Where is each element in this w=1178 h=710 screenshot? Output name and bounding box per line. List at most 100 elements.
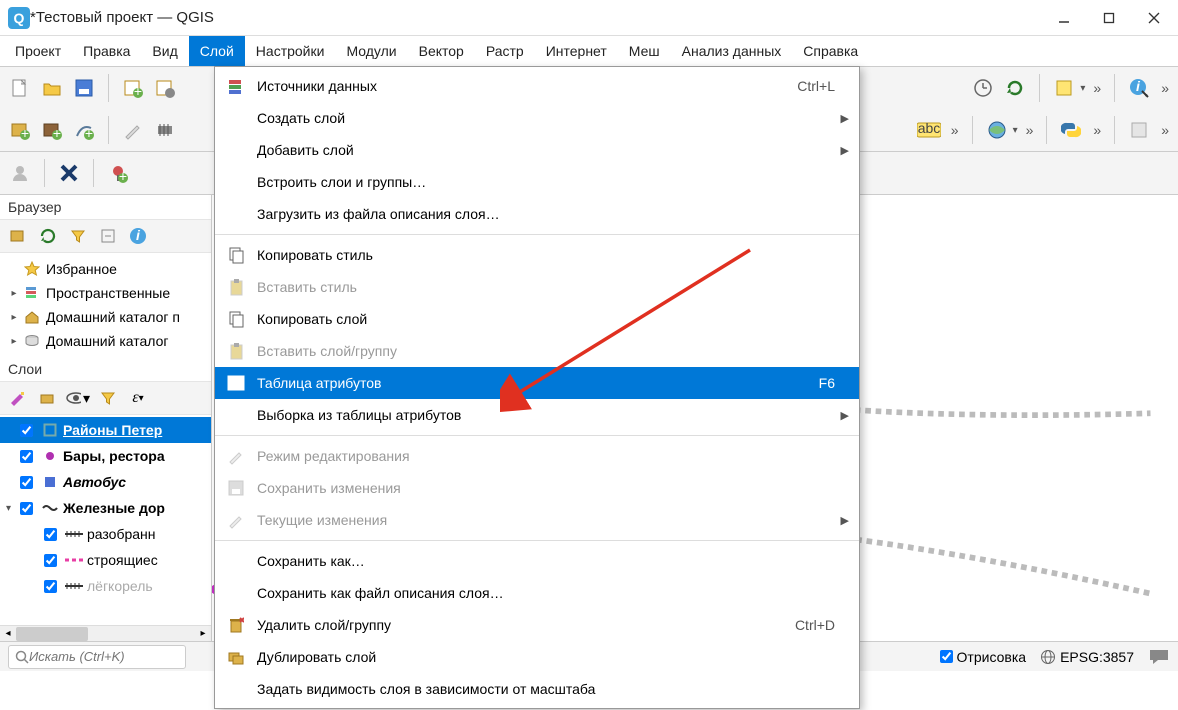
expand-icon[interactable]: ▸ xyxy=(8,312,20,323)
menu-вид[interactable]: Вид xyxy=(141,36,188,66)
more-icon[interactable]: » xyxy=(951,122,958,138)
add-raster-icon[interactable]: + xyxy=(38,116,66,144)
dropdown-arrow-icon[interactable]: ▾ xyxy=(1013,125,1018,136)
more-icon[interactable]: » xyxy=(1161,122,1168,138)
layout-manager-icon[interactable] xyxy=(151,74,179,102)
refresh-icon[interactable] xyxy=(1001,74,1029,102)
layer-subitem[interactable]: строящиес xyxy=(0,547,211,573)
layer-visibility-checkbox[interactable] xyxy=(20,502,33,515)
menu-item[interactable]: Сохранить как файл описания слоя… xyxy=(215,577,859,609)
menu-слой[interactable]: Слой xyxy=(189,36,245,66)
layer-subitem[interactable]: лёгкорель xyxy=(0,573,211,599)
menu-проект[interactable]: Проект xyxy=(4,36,72,66)
add-group-icon[interactable] xyxy=(36,386,60,410)
filter-icon[interactable] xyxy=(66,224,90,248)
style-icon[interactable] xyxy=(6,386,30,410)
identify-icon[interactable]: i xyxy=(1125,74,1153,102)
layer-visibility-checkbox[interactable] xyxy=(20,476,33,489)
expression-icon[interactable]: ε▾ xyxy=(126,386,150,410)
layer-visibility-checkbox[interactable] xyxy=(44,580,57,593)
collapse-icon[interactable] xyxy=(96,224,120,248)
expand-icon[interactable]: ▸ xyxy=(8,336,20,347)
browser-item[interactable]: ▸Пространственные xyxy=(8,281,207,305)
menu-меш[interactable]: Меш xyxy=(618,36,671,66)
panel-icon[interactable] xyxy=(1125,116,1153,144)
layer-subitem[interactable]: разобранн xyxy=(0,521,211,547)
new-layout-icon[interactable]: + xyxy=(119,74,147,102)
dropdown-arrow-icon[interactable]: ▾ xyxy=(1080,83,1085,94)
browser-tree[interactable]: Избранное▸Пространственные▸Домашний ката… xyxy=(0,253,211,357)
save-icon[interactable] xyxy=(70,74,98,102)
pin-icon[interactable]: + xyxy=(104,159,132,187)
browser-item[interactable]: Избранное xyxy=(8,257,207,281)
close-button[interactable] xyxy=(1131,0,1176,36)
menu-item[interactable]: Источники данныхCtrl+L xyxy=(215,70,859,102)
horizontal-scrollbar[interactable]: ◂▸ xyxy=(0,625,211,641)
menu-справка[interactable]: Справка xyxy=(792,36,869,66)
memory-icon[interactable] xyxy=(151,116,179,144)
crs-button[interactable]: EPSG:3857 xyxy=(1040,649,1134,665)
menu-item[interactable]: Задать видимость слоя в зависимости от м… xyxy=(215,673,859,705)
edit-pencil-icon[interactable] xyxy=(119,116,147,144)
layer-item[interactable]: Районы Петер xyxy=(0,417,211,443)
maximize-button[interactable] xyxy=(1086,0,1131,36)
messages-icon[interactable] xyxy=(1148,648,1170,666)
menu-правка[interactable]: Правка xyxy=(72,36,141,66)
search-box[interactable] xyxy=(8,645,186,669)
menu-item[interactable]: Копировать стиль xyxy=(215,239,859,271)
menu-модули[interactable]: Модули xyxy=(335,36,407,66)
search-input[interactable] xyxy=(29,649,179,664)
minimize-button[interactable] xyxy=(1041,0,1086,36)
menu-настройки[interactable]: Настройки xyxy=(245,36,336,66)
menu-item[interactable]: Удалить слой/группуCtrl+D xyxy=(215,609,859,641)
visibility-icon[interactable]: ▾ xyxy=(66,386,90,410)
add-vector-icon[interactable]: + xyxy=(6,116,34,144)
x-icon[interactable] xyxy=(55,159,83,187)
menu-вектор[interactable]: Вектор xyxy=(408,36,475,66)
expand-icon[interactable]: ▾ xyxy=(6,503,18,514)
menu-item[interactable]: Сохранить как… xyxy=(215,545,859,577)
refresh-icon[interactable] xyxy=(36,224,60,248)
layer-item[interactable]: Бары, рестора xyxy=(0,443,211,469)
menu-item[interactable]: Загрузить из файла описания слоя… xyxy=(215,198,859,230)
more-icon[interactable]: » xyxy=(1093,122,1100,138)
info-icon[interactable]: i xyxy=(126,224,150,248)
abc-label-icon[interactable]: abc xyxy=(915,116,943,144)
clock-icon[interactable] xyxy=(969,74,997,102)
menu-item[interactable]: Дублировать слой xyxy=(215,641,859,673)
more-icon[interactable]: » xyxy=(1026,122,1033,138)
layer-visibility-checkbox[interactable] xyxy=(20,450,33,463)
layer-item[interactable]: Автобус xyxy=(0,469,211,495)
globe-icon[interactable] xyxy=(983,116,1011,144)
add-layer-icon[interactable] xyxy=(6,224,30,248)
layers-tree[interactable]: Районы ПетерБары, рестораАвтобус▾Железны… xyxy=(0,415,211,625)
filter-icon[interactable] xyxy=(96,386,120,410)
user-icon[interactable] xyxy=(6,159,34,187)
menu-item[interactable]: Выборка из таблицы атрибутов▶ xyxy=(215,399,859,431)
browser-item[interactable]: ▸Домашний каталог xyxy=(8,329,207,353)
layer-visibility-checkbox[interactable] xyxy=(44,528,57,541)
more-icon[interactable]: » xyxy=(1093,80,1100,96)
menu-растр[interactable]: Растр xyxy=(475,36,535,66)
more-icon[interactable]: » xyxy=(1161,80,1168,96)
menu-интернет[interactable]: Интернет xyxy=(535,36,618,66)
browser-item[interactable]: ▸Домашний каталог п xyxy=(8,305,207,329)
python-icon[interactable] xyxy=(1057,116,1085,144)
menu-item[interactable]: Таблица атрибутовF6 xyxy=(215,367,859,399)
render-checkbox-input[interactable] xyxy=(940,650,953,663)
menu-item[interactable]: Добавить слой▶ xyxy=(215,134,859,166)
expand-icon[interactable]: ▸ xyxy=(8,288,20,299)
layer-visibility-checkbox[interactable] xyxy=(20,424,33,437)
menu-item[interactable]: Встроить слои и группы… xyxy=(215,166,859,198)
open-icon[interactable] xyxy=(38,74,66,102)
svg-text:+: + xyxy=(134,83,142,98)
menu-item[interactable]: Копировать слой xyxy=(215,303,859,335)
layer-visibility-checkbox[interactable] xyxy=(44,554,57,567)
select-rect-icon[interactable] xyxy=(1050,74,1078,102)
new-shapefile-icon[interactable]: + xyxy=(70,116,98,144)
render-checkbox[interactable]: Отрисовка xyxy=(940,649,1027,665)
layer-item[interactable]: ▾Железные дор xyxy=(0,495,211,521)
menu-item[interactable]: Создать слой▶ xyxy=(215,102,859,134)
menu-анализ данных[interactable]: Анализ данных xyxy=(671,36,793,66)
new-project-icon[interactable] xyxy=(6,74,34,102)
